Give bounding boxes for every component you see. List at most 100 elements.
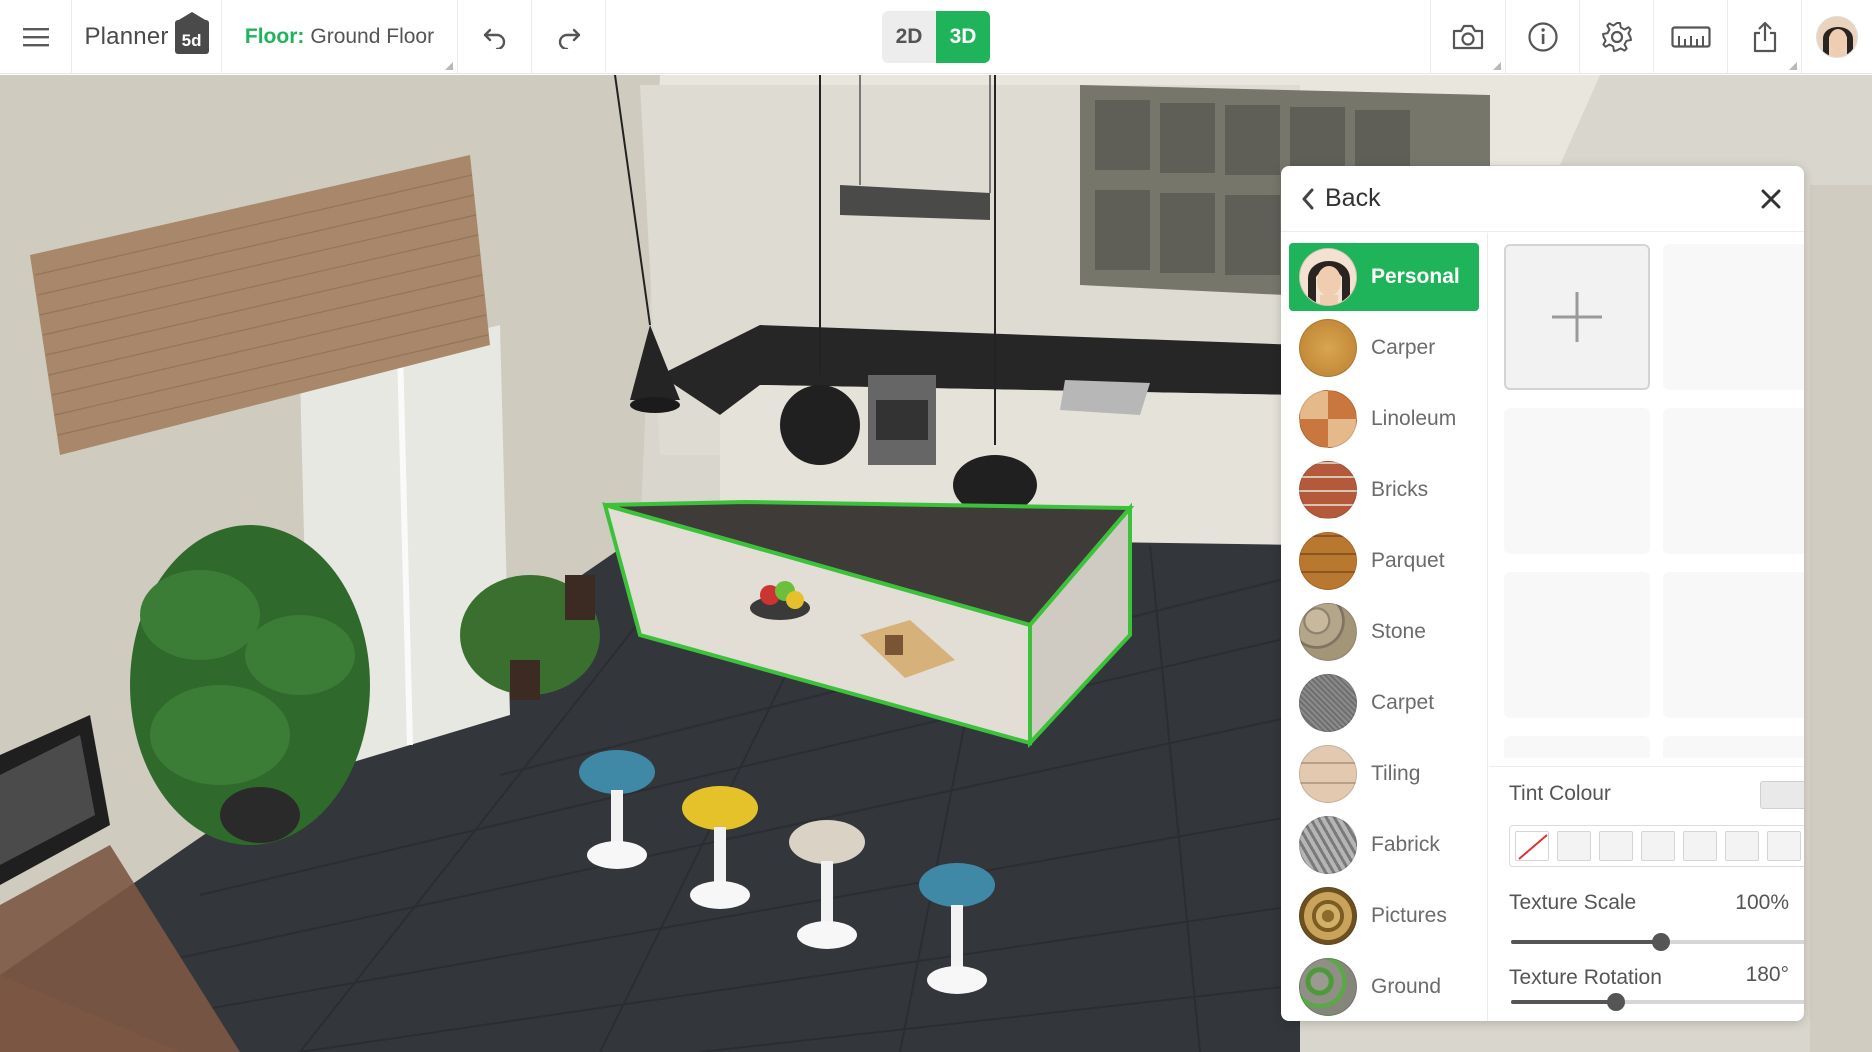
category-bricks[interactable]: Bricks [1289, 456, 1479, 524]
plant-large [130, 525, 370, 845]
redo-button[interactable] [532, 0, 606, 74]
category-label: Tiling [1371, 762, 1421, 785]
user-avatar-button[interactable] [1802, 0, 1872, 74]
texture-scale-slider[interactable] [1511, 933, 1804, 951]
add-texture-button[interactable] [1504, 244, 1650, 390]
texture-slot[interactable] [1663, 408, 1804, 554]
chevron-left-icon [1302, 188, 1314, 209]
category-label: Ground [1371, 975, 1442, 998]
menu-icon [22, 28, 49, 47]
category-label: Carpet [1371, 691, 1435, 714]
ruler-icon [1670, 26, 1711, 48]
dropdown-corner-icon [1789, 62, 1797, 70]
texture-properties: Tint Colour Texture Scale 100% Texture R… [1489, 766, 1804, 1021]
back-label: Back [1325, 184, 1381, 212]
slider-fill [1511, 940, 1661, 944]
linoleum-thumbnail [1299, 390, 1357, 448]
category-linoleum[interactable]: Linoleum [1289, 385, 1479, 453]
plus-icon [1552, 292, 1602, 342]
colour-swatch[interactable] [1725, 831, 1759, 861]
slider-fill [1511, 1000, 1616, 1004]
floor-value: Ground Floor [310, 25, 435, 48]
category-label: Parquet [1371, 549, 1445, 572]
undo-button[interactable] [458, 0, 532, 74]
view-2d-button[interactable]: 2D [882, 11, 936, 63]
avatar [1816, 16, 1858, 58]
app-logo[interactable]: Planner 5d [72, 0, 222, 74]
category-label: Pictures [1371, 904, 1447, 927]
tint-colour-swatch[interactable] [1760, 781, 1804, 809]
settings-button[interactable] [1580, 0, 1654, 74]
menu-button[interactable] [0, 0, 72, 74]
category-label: Bricks [1371, 478, 1429, 501]
redo-icon [558, 28, 580, 49]
colour-swatch[interactable] [1767, 831, 1801, 861]
category-label: Fabrick [1371, 833, 1440, 856]
texture-slot[interactable] [1504, 408, 1650, 554]
camera-button[interactable] [1430, 0, 1506, 74]
category-label: Carper [1371, 336, 1436, 359]
category-personal[interactable]: Personal [1289, 243, 1479, 311]
texture-slot[interactable] [1504, 736, 1650, 758]
user-avatar-icon [1300, 249, 1356, 305]
texture-slot[interactable] [1663, 572, 1804, 718]
panel-header: Back [1281, 166, 1804, 232]
colour-swatch[interactable] [1557, 831, 1591, 861]
gear-icon [1601, 22, 1632, 52]
category-tiling[interactable]: Tiling [1289, 740, 1479, 808]
app-root: Planner 5d Floor: Ground Floor 2D 3D Bac… [0, 0, 1872, 1052]
texture-rotation-label: Texture Rotation [1509, 966, 1662, 989]
personal-thumbnail [1299, 248, 1357, 306]
colour-swatch[interactable] [1641, 831, 1675, 861]
slider-thumb[interactable] [1652, 933, 1670, 951]
ground-thumbnail [1299, 958, 1357, 1016]
category-label: Stone [1371, 620, 1426, 643]
category-carpet[interactable]: Carpet [1289, 669, 1479, 737]
category-fabrick[interactable]: Fabrick [1289, 811, 1479, 879]
texture-slot[interactable] [1663, 736, 1804, 758]
user-avatar-icon [1817, 17, 1857, 57]
texture-scale-label: Texture Scale [1509, 891, 1637, 914]
ruler-button[interactable] [1654, 0, 1728, 74]
slider-thumb[interactable] [1607, 993, 1625, 1011]
colour-swatch[interactable] [1599, 831, 1633, 861]
texture-rotation-slider[interactable] [1511, 993, 1804, 1011]
view-3d-button[interactable]: 3D [936, 11, 990, 63]
carpet-thumbnail [1299, 674, 1357, 732]
category-label: Personal [1371, 265, 1460, 288]
tiling-thumbnail [1299, 745, 1357, 803]
material-category-list: Personal Carper Linoleum Bricks Parquet … [1281, 233, 1488, 1021]
stone-thumbnail [1299, 603, 1357, 661]
colour-swatch[interactable] [1683, 831, 1717, 861]
tint-swatch-row [1509, 825, 1804, 867]
logo-text: Planner [84, 23, 169, 50]
logo-badge: 5d [174, 12, 209, 54]
category-stone[interactable]: Stone [1289, 598, 1479, 666]
info-icon [1527, 22, 1558, 52]
category-parquet[interactable]: Parquet [1289, 527, 1479, 595]
floor-label: Floor: [244, 25, 305, 48]
floor-selector[interactable]: Floor: Ground Floor [222, 0, 458, 74]
fabrick-thumbnail [1299, 816, 1357, 874]
texture-slot[interactable] [1504, 572, 1650, 718]
share-button[interactable] [1728, 0, 1802, 74]
view-mode-toggle: 2D 3D [882, 11, 990, 63]
no-colour-swatch[interactable] [1515, 831, 1549, 861]
parquet-thumbnail [1299, 532, 1357, 590]
texture-rotation-value: 180° [1745, 963, 1789, 986]
category-carper[interactable]: Carper [1289, 314, 1479, 382]
close-button[interactable] [1756, 184, 1786, 214]
close-icon [1761, 189, 1781, 209]
category-pictures[interactable]: Pictures [1289, 882, 1479, 950]
dropdown-corner-icon [445, 62, 453, 70]
pictures-thumbnail [1299, 887, 1357, 945]
texture-slot[interactable] [1663, 244, 1804, 390]
texture-grid [1489, 233, 1804, 758]
info-button[interactable] [1506, 0, 1580, 74]
sink [1060, 380, 1150, 415]
back-button[interactable]: Back [1281, 166, 1381, 232]
no-colour-icon [1518, 834, 1548, 860]
category-ground[interactable]: Ground [1289, 953, 1479, 1021]
tint-colour-label: Tint Colour [1509, 782, 1611, 805]
share-icon [1753, 21, 1776, 53]
